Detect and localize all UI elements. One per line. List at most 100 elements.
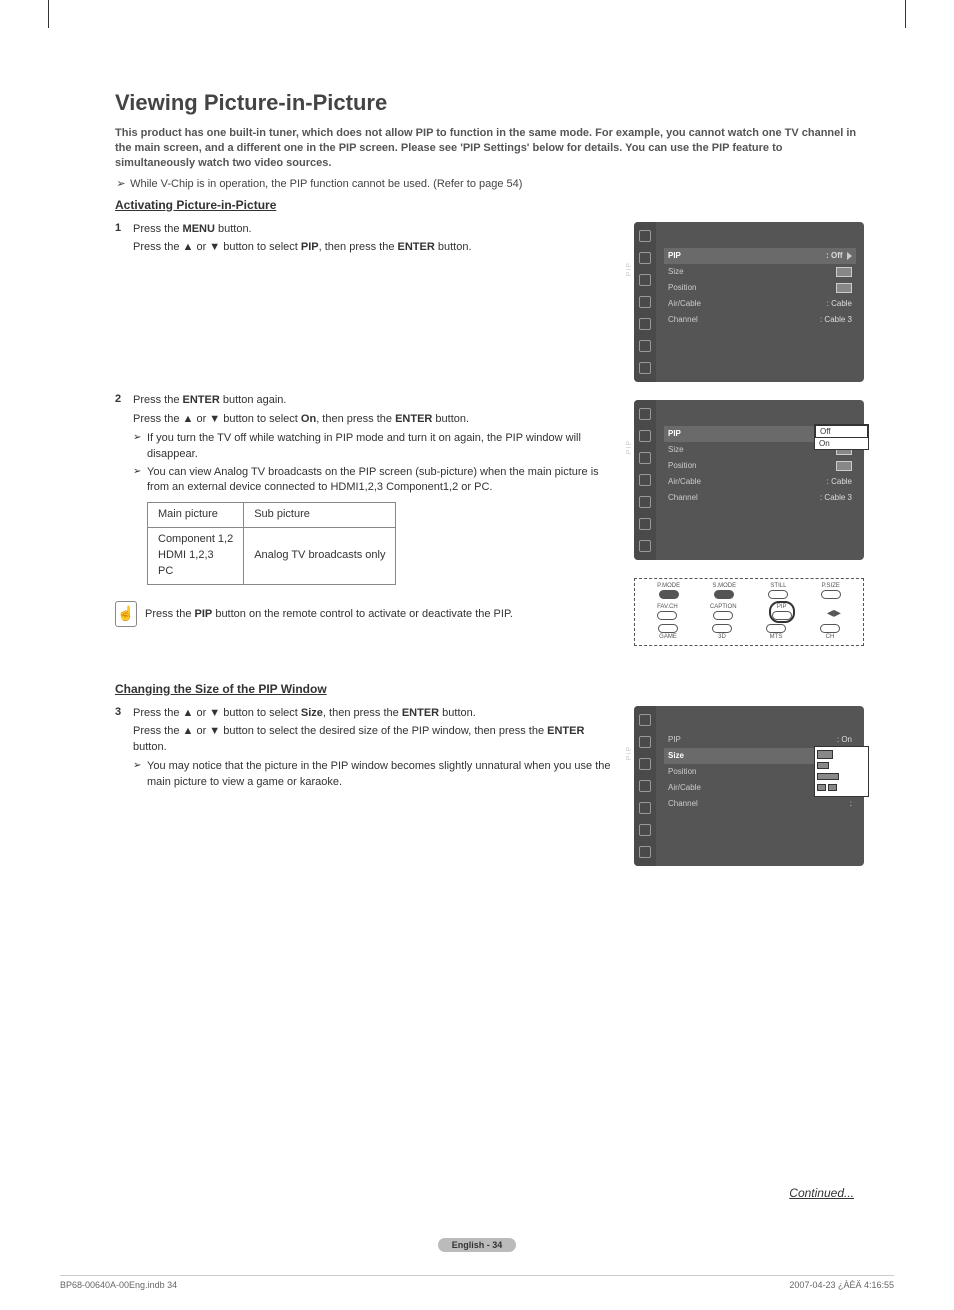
step-2-line2: Press the ▲ or ▼ button to select On, th… bbox=[133, 412, 616, 428]
page-footer: English - 34 bbox=[0, 1240, 954, 1250]
chevron-right-icon bbox=[847, 252, 852, 260]
document-footer: BP68-00640A-00Eng.indb 34 2007-04-23 ¿ÀÈ… bbox=[60, 1275, 894, 1290]
osd-icon bbox=[639, 452, 651, 464]
osd-icon bbox=[639, 318, 651, 330]
osd3-row-channel: Channel: bbox=[664, 796, 856, 812]
osd2-tab-label: PIP bbox=[626, 440, 633, 454]
remote-btn-arrow: ◂▸ bbox=[827, 603, 841, 621]
step-3-note1: You may notice that the picture in the P… bbox=[133, 759, 616, 790]
osd-icon bbox=[639, 518, 651, 530]
osd2-pip-dropdown: Off On bbox=[814, 424, 869, 450]
table-h2: Sub picture bbox=[244, 502, 396, 527]
step-3-line2: Press the ▲ or ▼ button to select the de… bbox=[133, 724, 616, 756]
osd-icon bbox=[639, 408, 651, 420]
step-1: 1 Press the MENU button. Press the ▲ or … bbox=[115, 222, 616, 260]
osd-icon bbox=[639, 340, 651, 352]
osd-icon bbox=[639, 758, 651, 770]
osd3-size-dropdown bbox=[814, 746, 869, 797]
osd1-left-icons bbox=[634, 222, 656, 382]
remote-btn-caption: CAPTION bbox=[710, 604, 737, 620]
osd-screenshot-2: PIP PIP: Size Position Air/Cable: Cable … bbox=[634, 400, 864, 560]
size-option-wide-icon bbox=[817, 773, 839, 780]
osd-screenshot-3: PIP PIP: On Size: Position: Air/Cable: C… bbox=[634, 706, 864, 866]
remote-btn-ch: CH bbox=[820, 624, 840, 640]
osd-icon bbox=[639, 430, 651, 442]
osd-icon bbox=[639, 846, 651, 858]
page-number-badge: English - 34 bbox=[438, 1238, 517, 1252]
osd2-row-aircable: Air/Cable: Cable bbox=[664, 474, 856, 490]
step-1-line1: Press the MENU button. bbox=[133, 222, 616, 238]
osd1-row-position: Position bbox=[664, 280, 856, 296]
remote-btn-game: GAME bbox=[658, 624, 678, 640]
step-3-num: 3 bbox=[115, 706, 133, 794]
remote-btn-favch: FAV.CH bbox=[657, 604, 678, 620]
step-1-num: 1 bbox=[115, 222, 133, 260]
doc-footer-left: BP68-00640A-00Eng.indb 34 bbox=[60, 1280, 177, 1290]
dropdown-option-on: On bbox=[815, 438, 868, 449]
remote-btn-pip-highlighted: PIP bbox=[769, 601, 795, 623]
continued-label: Continued... bbox=[789, 1186, 854, 1200]
table-c1: Component 1,2 HDMI 1,2,3 PC bbox=[148, 527, 244, 584]
remote-hint-text: Press the PIP button on the remote contr… bbox=[145, 608, 513, 620]
doc-footer-right: 2007-04-23 ¿ÀÈÄ 4:16:55 bbox=[789, 1280, 894, 1290]
section-size: Changing the Size of the PIP Window bbox=[115, 682, 864, 696]
osd-icon bbox=[639, 274, 651, 286]
osd1-row-aircable: Air/Cable: Cable bbox=[664, 296, 856, 312]
osd-icon bbox=[639, 780, 651, 792]
osd1-row-pip: PIP: Off bbox=[664, 248, 856, 264]
remote-btn-smode: S.MODE bbox=[712, 583, 736, 599]
remote-btn-still: STILL bbox=[768, 583, 788, 599]
osd2-left-icons bbox=[634, 400, 656, 560]
step-3-line1: Press the ▲ or ▼ button to select Size, … bbox=[133, 706, 616, 722]
osd-icon bbox=[639, 824, 651, 836]
size-option-b-icon bbox=[828, 784, 837, 791]
remote-hint: ☝ Press the PIP button on the remote con… bbox=[115, 601, 616, 627]
position-preview-icon bbox=[836, 283, 852, 293]
size-preview-icon bbox=[836, 267, 852, 277]
osd-icon bbox=[639, 802, 651, 814]
osd-screenshot-1: PIP PIP: Off Size Position Air/Cable: Ca… bbox=[634, 222, 864, 382]
size-option-large-icon bbox=[817, 750, 833, 759]
size-option-med-icon bbox=[817, 762, 829, 769]
osd3-tab-label: PIP bbox=[626, 746, 633, 760]
osd-icon bbox=[639, 714, 651, 726]
vchip-note: ➢ While V-Chip is in operation, the PIP … bbox=[115, 177, 864, 190]
osd-icon bbox=[639, 362, 651, 374]
osd-icon bbox=[639, 252, 651, 264]
step-1-line2: Press the ▲ or ▼ button to select PIP, t… bbox=[133, 240, 616, 256]
section-activating: Activating Picture-in-Picture bbox=[115, 198, 864, 212]
step-2-num: 2 bbox=[115, 393, 133, 594]
page-title: Viewing Picture-in-Picture bbox=[115, 90, 864, 116]
osd-icon bbox=[639, 296, 651, 308]
position-preview-icon bbox=[836, 461, 852, 471]
osd-icon bbox=[639, 474, 651, 486]
osd3-left-icons bbox=[634, 706, 656, 866]
osd-icon bbox=[639, 540, 651, 552]
vchip-note-text: While V-Chip is in operation, the PIP fu… bbox=[130, 178, 522, 190]
size-option-a-icon bbox=[817, 784, 826, 791]
osd1-row-channel: Channel: Cable 3 bbox=[664, 312, 856, 328]
osd2-row-channel: Channel: Cable 3 bbox=[664, 490, 856, 506]
osd-icon bbox=[639, 736, 651, 748]
remote-btn-mts: MTS bbox=[766, 624, 786, 640]
table-h1: Main picture bbox=[148, 502, 244, 527]
remote-diagram: P.MODE S.MODE STILL P.SIZE FAV.CH CAPTIO… bbox=[634, 578, 864, 646]
remote-btn-3d: 3D bbox=[712, 624, 732, 640]
step-2-note2: You can view Analog TV broadcasts on the… bbox=[133, 465, 616, 496]
osd2-row-position: Position bbox=[664, 458, 856, 474]
step-2-line1: Press the ENTER button again. bbox=[133, 393, 616, 409]
osd-icon bbox=[639, 230, 651, 242]
step-2: 2 Press the ENTER button again. Press th… bbox=[115, 393, 616, 594]
pip-compat-table: Main pictureSub picture Component 1,2 HD… bbox=[147, 502, 396, 585]
osd1-tab-label: PIP bbox=[626, 262, 633, 276]
osd1-row-size: Size bbox=[664, 264, 856, 280]
remote-btn-pmode: P.MODE bbox=[657, 583, 680, 599]
dropdown-option-off: Off bbox=[815, 425, 868, 438]
hand-icon: ☝ bbox=[115, 601, 137, 627]
remote-btn-psize: P.SIZE bbox=[821, 583, 841, 599]
intro-paragraph: This product has one built-in tuner, whi… bbox=[115, 126, 864, 171]
osd-icon bbox=[639, 496, 651, 508]
step-2-note1: If you turn the TV off while watching in… bbox=[133, 431, 616, 462]
step-3: 3 Press the ▲ or ▼ button to select Size… bbox=[115, 706, 616, 794]
table-c2: Analog TV broadcasts only bbox=[244, 527, 396, 584]
